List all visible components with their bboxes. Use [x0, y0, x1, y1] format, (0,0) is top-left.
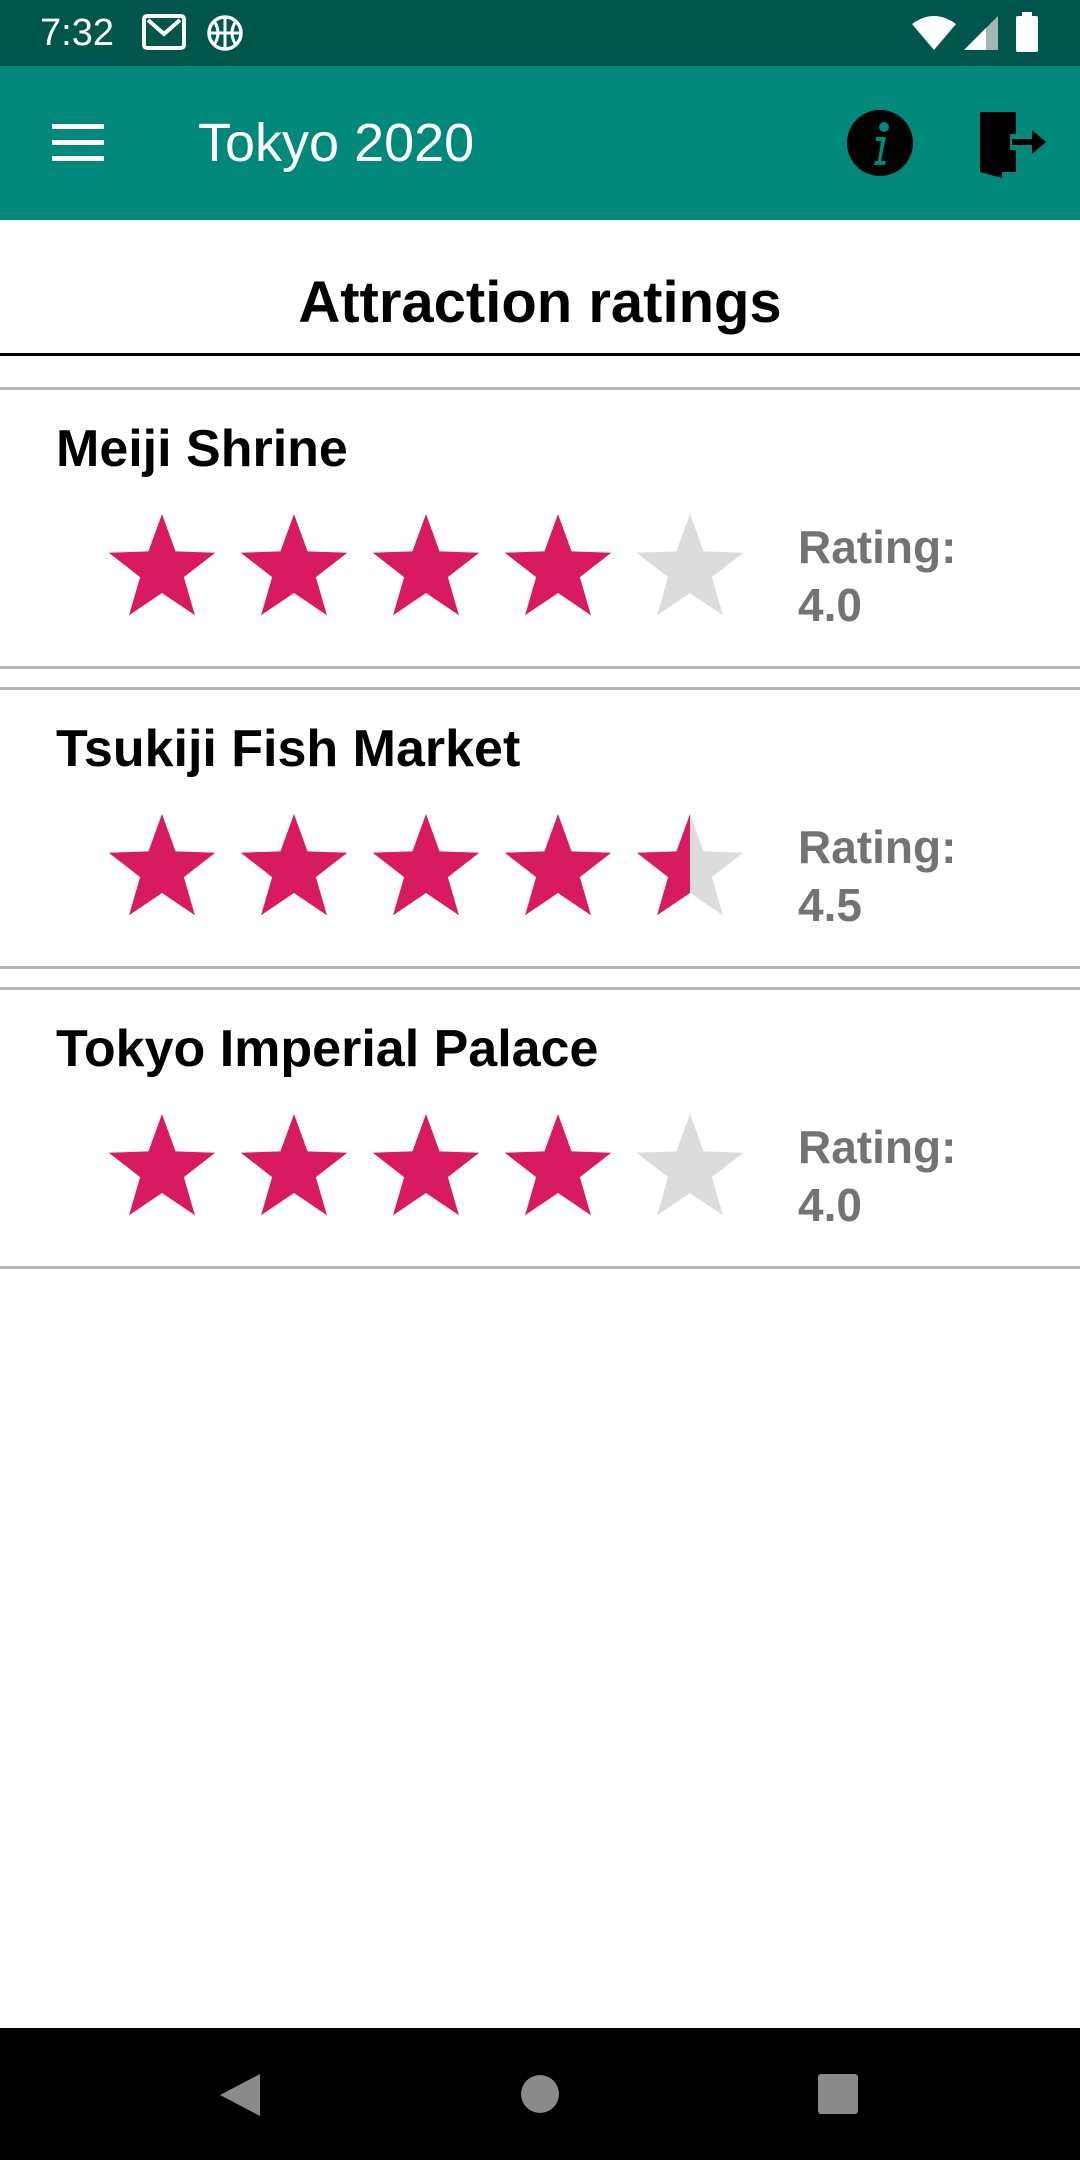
star-icon[interactable] — [504, 814, 612, 916]
star-icon[interactable] — [372, 514, 480, 616]
title-divider — [0, 353, 1080, 356]
attraction-card[interactable]: Meiji Shrine Rating: 4.0 — [0, 390, 1080, 674]
rating-text: Rating: 4.0 — [798, 1118, 956, 1234]
exit-door-icon[interactable] — [976, 106, 1048, 178]
rating-value: 4.0 — [798, 579, 862, 631]
rating-text: Rating: 4.0 — [798, 518, 956, 634]
hamburger-menu-icon[interactable] — [38, 116, 116, 170]
rating-value: 4.5 — [798, 879, 862, 931]
rating-value: 4.0 — [798, 1179, 862, 1231]
rating-text: Rating: 4.5 — [798, 818, 956, 934]
star-icon[interactable] — [636, 1114, 744, 1216]
star-icon[interactable] — [504, 1114, 612, 1216]
rating-label: Rating: — [798, 521, 957, 573]
attraction-name: Meiji Shrine — [56, 420, 348, 478]
status-time: 7:32 — [40, 12, 114, 54]
page-title: Attraction ratings — [298, 270, 782, 335]
recents-icon[interactable] — [818, 2074, 858, 2114]
star-icon[interactable] — [108, 1114, 216, 1216]
rating-label: Rating: — [798, 821, 957, 873]
attraction-card[interactable]: Tokyo Imperial Palace Rating: 4.0 — [0, 990, 1080, 1274]
status-bar: 7:32 — [0, 0, 1080, 66]
system-nav-bar — [0, 2028, 1080, 2160]
star-icon[interactable] — [636, 514, 744, 616]
star-icon[interactable] — [240, 1114, 348, 1216]
star-icon[interactable] — [108, 514, 216, 616]
star-rating[interactable] — [104, 1108, 754, 1228]
back-icon[interactable] — [218, 2072, 262, 2118]
star-icon[interactable] — [504, 514, 612, 616]
star-icon[interactable] — [372, 1114, 480, 1216]
attraction-name: Tsukiji Fish Market — [56, 720, 521, 778]
wifi-icon — [912, 16, 956, 50]
basketball-icon — [207, 15, 243, 51]
info-icon[interactable] — [846, 109, 914, 177]
app-bar: Tokyo 2020 — [0, 66, 1080, 220]
star-icon[interactable] — [240, 514, 348, 616]
star-icon[interactable] — [240, 814, 348, 916]
app-title: Tokyo 2020 — [198, 113, 475, 173]
home-icon[interactable] — [520, 2074, 560, 2114]
attraction-name: Tokyo Imperial Palace — [56, 1020, 599, 1078]
attraction-card[interactable]: Tsukiji Fish Market Rating: 4.5 — [0, 690, 1080, 974]
battery-icon — [1016, 12, 1038, 52]
star-icon[interactable] — [636, 814, 744, 916]
star-icon[interactable] — [372, 814, 480, 916]
star-rating[interactable] — [104, 508, 754, 628]
divider — [0, 1266, 1080, 1269]
divider — [0, 966, 1080, 969]
gmail-icon — [142, 14, 186, 50]
rating-label: Rating: — [798, 1121, 957, 1173]
divider — [0, 666, 1080, 669]
star-icon[interactable] — [108, 814, 216, 916]
star-rating[interactable] — [104, 808, 754, 928]
signal-icon — [964, 16, 998, 50]
